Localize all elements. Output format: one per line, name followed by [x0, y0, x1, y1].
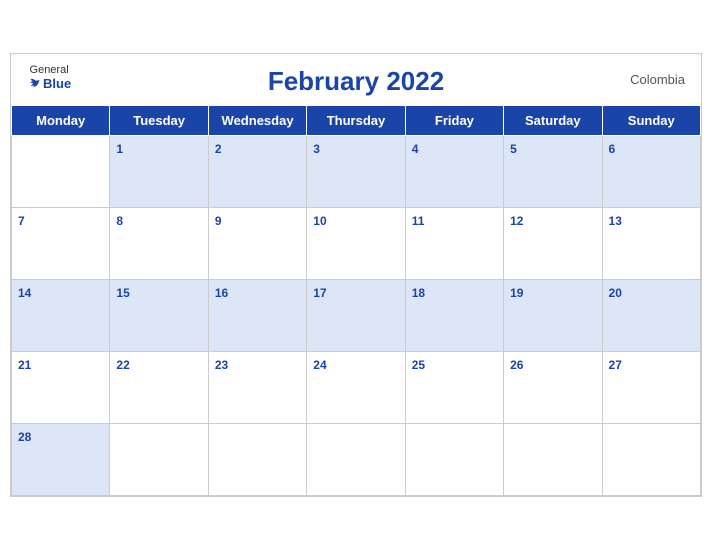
day-number: 2	[215, 142, 222, 156]
calendar-body: 1234567891011121314151617181920212223242…	[12, 136, 701, 496]
calendar-week-row: 28	[12, 424, 701, 496]
day-number: 1	[116, 142, 123, 156]
calendar-day-cell: 14	[12, 280, 110, 352]
calendar-day-cell: 25	[405, 352, 503, 424]
calendar-title: February 2022	[268, 66, 444, 97]
calendar-day-cell: 1	[110, 136, 208, 208]
header-wednesday: Wednesday	[208, 106, 306, 136]
calendar-day-cell: 13	[602, 208, 700, 280]
day-number: 11	[412, 214, 425, 228]
day-number: 17	[313, 286, 326, 300]
day-number: 6	[609, 142, 616, 156]
day-number: 5	[510, 142, 517, 156]
calendar-week-row: 21 22 23 24 25 26 27	[12, 352, 701, 424]
calendar-day-cell	[405, 424, 503, 496]
calendar-day-cell: 15	[110, 280, 208, 352]
calendar-day-cell	[504, 424, 602, 496]
calendar-header: General Blue February 2022 Colombia	[11, 54, 701, 105]
calendar-day-cell	[208, 424, 306, 496]
logo: General Blue	[27, 64, 71, 91]
calendar-week-row: 14 15 16 17 18 19 20	[12, 280, 701, 352]
calendar-day-cell: 17	[307, 280, 405, 352]
day-number: 3	[313, 142, 320, 156]
header-thursday: Thursday	[307, 106, 405, 136]
calendar-day-cell: 21	[12, 352, 110, 424]
calendar-day-cell: 16	[208, 280, 306, 352]
day-number: 15	[116, 286, 129, 300]
header-tuesday: Tuesday	[110, 106, 208, 136]
day-number: 19	[510, 286, 523, 300]
calendar-day-cell: 4	[405, 136, 503, 208]
day-number: 24	[313, 358, 326, 372]
day-number: 12	[510, 214, 523, 228]
calendar-day-cell: 27	[602, 352, 700, 424]
calendar-day-cell: 19	[504, 280, 602, 352]
day-number: 27	[609, 358, 622, 372]
day-number: 14	[18, 286, 31, 300]
calendar-day-cell: 8	[110, 208, 208, 280]
calendar-day-cell	[602, 424, 700, 496]
calendar-day-cell	[307, 424, 405, 496]
calendar-day-cell: 6	[602, 136, 700, 208]
calendar-day-cell: 11	[405, 208, 503, 280]
day-number: 20	[609, 286, 622, 300]
country-label: Colombia	[630, 72, 685, 87]
calendar-day-cell: 28	[12, 424, 110, 496]
calendar-day-cell: 2	[208, 136, 306, 208]
calendar-day-cell	[12, 136, 110, 208]
calendar-day-cell: 20	[602, 280, 700, 352]
calendar-week-row: 1 2 3 4 5 6	[12, 136, 701, 208]
calendar-day-cell: 12	[504, 208, 602, 280]
calendar-grid: Monday Tuesday Wednesday Thursday Friday…	[11, 105, 701, 496]
logo-blue: Blue	[27, 76, 71, 91]
day-number: 8	[116, 214, 123, 228]
calendar-day-cell	[110, 424, 208, 496]
calendar-day-cell: 7	[12, 208, 110, 280]
calendar-day-cell: 18	[405, 280, 503, 352]
day-number: 23	[215, 358, 228, 372]
logo-general: General	[30, 64, 69, 76]
calendar-day-cell: 24	[307, 352, 405, 424]
day-number: 4	[412, 142, 419, 156]
day-number: 28	[18, 430, 31, 444]
day-number: 25	[412, 358, 425, 372]
calendar-day-cell: 9	[208, 208, 306, 280]
day-number: 7	[18, 214, 25, 228]
calendar-day-cell: 5	[504, 136, 602, 208]
calendar-day-cell: 26	[504, 352, 602, 424]
day-number: 26	[510, 358, 523, 372]
calendar-day-cell: 3	[307, 136, 405, 208]
header-sunday: Sunday	[602, 106, 700, 136]
day-number: 22	[116, 358, 129, 372]
calendar-day-cell: 23	[208, 352, 306, 424]
header-monday: Monday	[12, 106, 110, 136]
day-number: 21	[18, 358, 31, 372]
day-number: 10	[313, 214, 326, 228]
calendar-week-row: 7 8 9 10 11 12 13	[12, 208, 701, 280]
header-friday: Friday	[405, 106, 503, 136]
weekday-header-row: Monday Tuesday Wednesday Thursday Friday…	[12, 106, 701, 136]
calendar-day-cell: 22	[110, 352, 208, 424]
day-number: 13	[609, 214, 622, 228]
calendar-day-cell: 10	[307, 208, 405, 280]
header-saturday: Saturday	[504, 106, 602, 136]
day-number: 9	[215, 214, 222, 228]
day-number: 16	[215, 286, 228, 300]
logo-bird-icon	[27, 77, 41, 91]
day-number: 18	[412, 286, 425, 300]
calendar-container: General Blue February 2022 Colombia Mond…	[10, 53, 702, 497]
